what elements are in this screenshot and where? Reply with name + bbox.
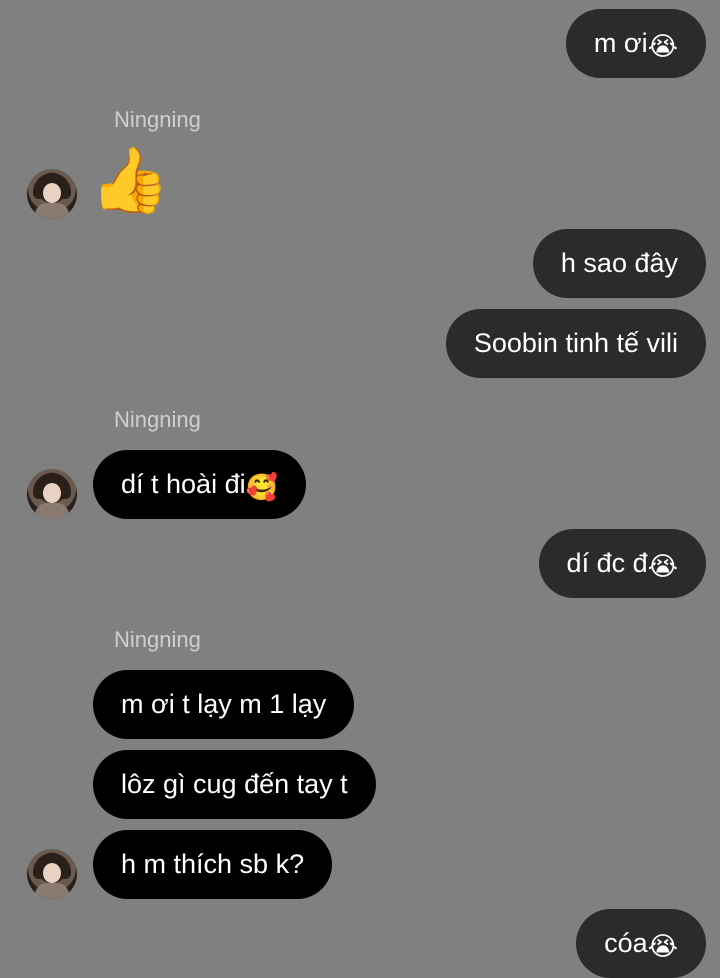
- sender-name: Ningning: [114, 407, 201, 432]
- message-text: Soobin tinh tế vili: [473, 328, 678, 358]
- avatar-body: [35, 203, 69, 219]
- message-text: m ơi t lạy m 1 lạy: [121, 689, 327, 719]
- message-bubble-incoming[interactable]: m ơi t lạy m 1 lạy: [93, 670, 355, 739]
- message-text: lôz gì cug đến tay t: [121, 769, 348, 799]
- avatar-body: [35, 503, 69, 519]
- message-text: dí t hoài đi: [121, 469, 246, 499]
- sender-name: Ningning: [114, 107, 201, 132]
- crying-face-icon: 😭: [647, 551, 678, 581]
- message-text: cóa: [604, 928, 648, 958]
- message-bubble-incoming[interactable]: h m thích sb k?: [93, 830, 333, 899]
- avatar[interactable]: [27, 849, 77, 899]
- message-bubble-outgoing[interactable]: dí đc đ😭: [538, 529, 706, 598]
- avatar-face: [43, 863, 61, 883]
- message-bubble-incoming[interactable]: dí t hoài đi🥰: [93, 450, 306, 519]
- message-text: dí đc đ: [566, 548, 648, 578]
- crying-face-icon: 😭: [647, 31, 678, 61]
- avatar[interactable]: [27, 469, 77, 519]
- message-bubble-outgoing[interactable]: Soobin tinh tế vili: [445, 309, 706, 378]
- message-text: h m thích sb k?: [121, 849, 305, 879]
- message-text: h sao đây: [560, 248, 678, 278]
- crying-face-icon: 😭: [647, 931, 678, 961]
- message-bubble-incoming[interactable]: lôz gì cug đến tay t: [93, 750, 376, 819]
- avatar-face: [43, 483, 61, 503]
- message-text: m ơi: [593, 28, 648, 58]
- thumbs-up-icon[interactable]: 👍: [90, 148, 170, 212]
- avatar-body: [35, 883, 69, 899]
- message-bubble-outgoing[interactable]: cóa😭: [576, 909, 706, 978]
- message-bubble-outgoing[interactable]: m ơi😭: [565, 9, 706, 78]
- avatar[interactable]: [27, 169, 77, 219]
- smiling-face-with-hearts-icon: 🥰: [245, 472, 278, 502]
- avatar-face: [43, 183, 61, 203]
- message-bubble-outgoing[interactable]: h sao đây: [532, 229, 706, 298]
- sender-name: Ningning: [114, 627, 201, 652]
